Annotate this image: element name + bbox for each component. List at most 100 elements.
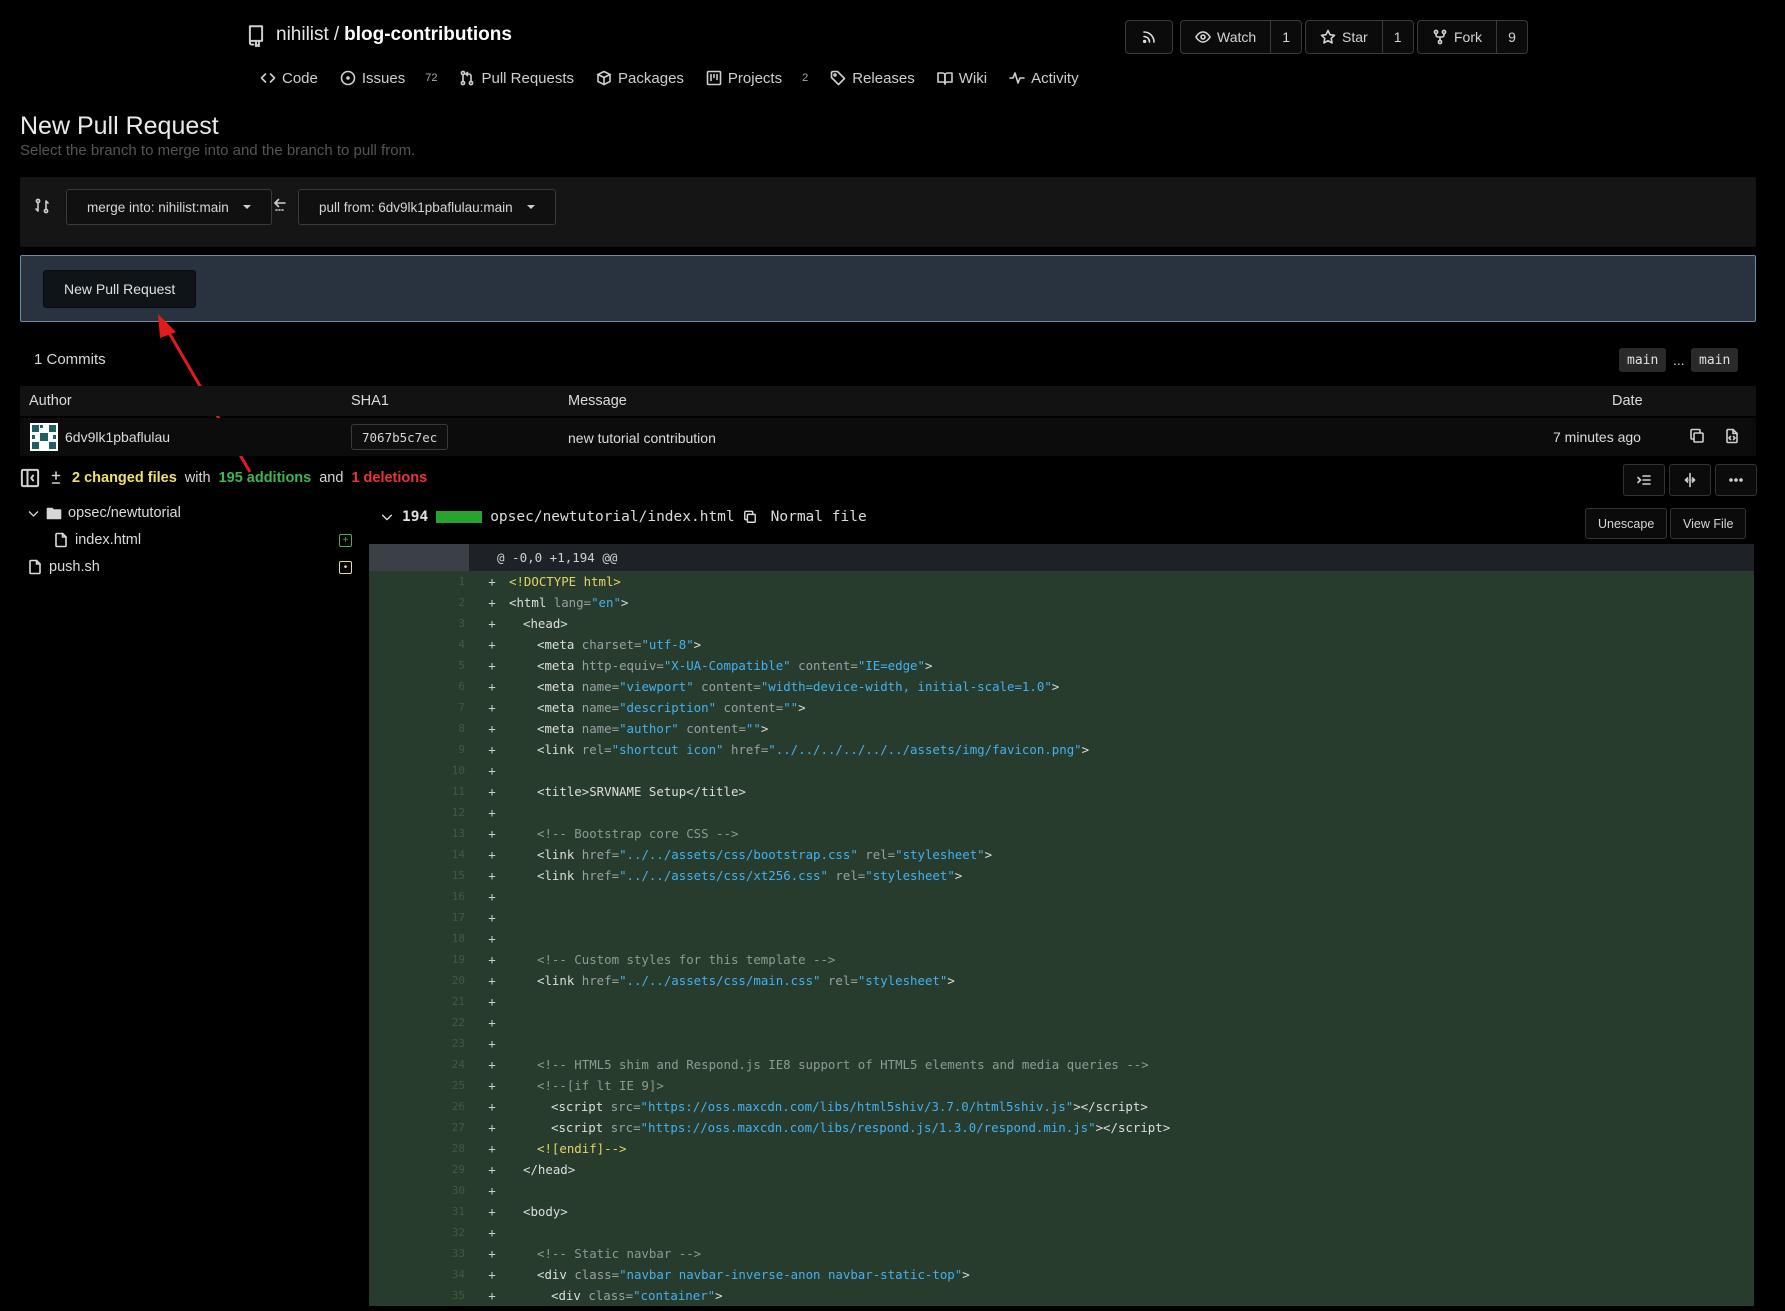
tab-issues[interactable]: Issues 72 xyxy=(340,68,437,88)
package-icon xyxy=(597,70,611,86)
line-number[interactable]: 34 xyxy=(369,1268,465,1281)
changed-files-count[interactable]: 2 changed files xyxy=(72,470,177,486)
compare-icon[interactable] xyxy=(34,198,50,214)
line-number[interactable]: 10 xyxy=(369,764,465,777)
line-number[interactable]: 1 xyxy=(369,575,465,588)
merge-into-dropdown[interactable]: merge into: nihilist:main xyxy=(66,189,272,225)
addition-marker: + xyxy=(488,847,496,862)
tab-releases[interactable]: Releases xyxy=(830,68,915,88)
chevron-down-icon xyxy=(28,510,39,517)
diff-line: 31 + <body> xyxy=(369,1201,1754,1222)
head-ref-badge: main xyxy=(1691,348,1739,372)
addition-marker: + xyxy=(488,889,496,904)
line-number[interactable]: 19 xyxy=(369,953,465,966)
diff-line: 15 + <link href="../../assets/css/xt256.cs… xyxy=(369,865,1754,886)
hunk-gutter[interactable] xyxy=(369,544,469,571)
line-number[interactable]: 9 xyxy=(369,743,465,756)
line-number[interactable]: 29 xyxy=(369,1163,465,1176)
line-number[interactable]: 17 xyxy=(369,911,465,924)
line-source: <!-- HTML5 shim and Respond.js IE8 suppo… xyxy=(537,1057,1149,1072)
tree-file-index-html[interactable]: index.html xyxy=(53,532,141,548)
star-button[interactable]: Star xyxy=(1306,21,1382,53)
line-number[interactable]: 22 xyxy=(369,1016,465,1029)
fork-button[interactable]: Fork xyxy=(1418,21,1496,53)
commit-sha-link[interactable]: 7067b5c7ec xyxy=(351,424,449,450)
unescape-button[interactable]: Unescape xyxy=(1585,508,1668,539)
copy-icon[interactable] xyxy=(743,510,757,524)
line-number[interactable]: 14 xyxy=(369,848,465,861)
line-number[interactable]: 11 xyxy=(369,785,465,798)
tab-activity[interactable]: Activity xyxy=(1009,68,1079,88)
ref-dots: ... xyxy=(1673,352,1685,368)
copy-icon[interactable] xyxy=(1689,428,1705,444)
split-view-button[interactable] xyxy=(1669,464,1711,496)
repo-owner-link[interactable]: nihilist xyxy=(276,24,329,46)
avatar[interactable] xyxy=(30,423,58,451)
rss-button[interactable] xyxy=(1125,20,1173,54)
commits-table-header: Author SHA1 Message Date xyxy=(20,386,1756,416)
line-number[interactable]: 21 xyxy=(369,995,465,1008)
line-number[interactable]: 7 xyxy=(369,701,465,714)
pulse-icon xyxy=(1009,72,1025,84)
line-number[interactable]: 28 xyxy=(369,1142,465,1155)
line-number[interactable]: 18 xyxy=(369,932,465,945)
view-file-button[interactable]: View File xyxy=(1670,508,1747,539)
diff-line: 14 + <link href="../../assets/css/bootstra… xyxy=(369,844,1754,865)
line-number[interactable]: 6 xyxy=(369,680,465,693)
line-number[interactable]: 25 xyxy=(369,1079,465,1092)
new-pull-request-button[interactable]: New Pull Request xyxy=(43,270,197,308)
tab-projects[interactable]: Projects 2 xyxy=(706,68,808,88)
line-number[interactable]: 16 xyxy=(369,890,465,903)
fork-count[interactable]: 9 xyxy=(1496,21,1527,53)
pull-from-label: pull from: 6dv9lk1pbaflulau:main xyxy=(319,199,513,215)
line-number[interactable]: 23 xyxy=(369,1037,465,1050)
page-subtitle: Select the branch to merge into and the … xyxy=(20,142,416,159)
split-icon xyxy=(1684,472,1696,488)
commit-message[interactable]: new tutorial contribution xyxy=(568,430,716,446)
line-number[interactable]: 5 xyxy=(369,659,465,672)
line-number[interactable]: 2 xyxy=(369,596,465,609)
pull-from-dropdown[interactable]: pull from: 6dv9lk1pbaflulau:main xyxy=(298,189,556,225)
whitespace-button[interactable] xyxy=(1623,464,1665,496)
line-number[interactable]: 20 xyxy=(369,974,465,987)
line-number[interactable]: 26 xyxy=(369,1100,465,1113)
commit-author-link[interactable]: 6dv9lk1pbaflulau xyxy=(65,429,170,445)
tab-label: Activity xyxy=(1031,69,1079,87)
line-number[interactable]: 30 xyxy=(369,1184,465,1197)
line-source: <link href="../../assets/css/bootstrap.c… xyxy=(537,847,993,862)
repo-title: nihilist / blog-contributions xyxy=(276,24,512,46)
line-number[interactable]: 12 xyxy=(369,806,465,819)
file-type-label: Normal file xyxy=(770,509,867,525)
line-number[interactable]: 3 xyxy=(369,617,465,630)
tab-packages[interactable]: Packages xyxy=(596,68,684,88)
more-options-button[interactable] xyxy=(1715,464,1757,496)
tree-folder-opsec-newtutorial[interactable]: opsec/newtutorial xyxy=(27,505,181,521)
line-number[interactable]: 13 xyxy=(369,827,465,840)
line-number[interactable]: 24 xyxy=(369,1058,465,1071)
line-number[interactable]: 15 xyxy=(369,869,465,882)
line-number[interactable]: 33 xyxy=(369,1247,465,1260)
line-number[interactable]: 27 xyxy=(369,1121,465,1134)
repo-name-link[interactable]: blog-contributions xyxy=(344,24,512,46)
addition-marker: + xyxy=(488,1057,496,1072)
line-number[interactable]: 31 xyxy=(369,1205,465,1218)
tree-file-push-sh[interactable]: push.sh xyxy=(27,559,100,575)
diff-stats: 2 changed files with 195 additions and 1… xyxy=(20,468,427,488)
line-number[interactable]: 32 xyxy=(369,1226,465,1239)
browse-code-icon[interactable] xyxy=(1724,428,1740,444)
toggle-file-tree-icon[interactable] xyxy=(20,468,40,488)
line-number[interactable]: 8 xyxy=(369,722,465,735)
tab-pull-requests[interactable]: Pull Requests xyxy=(459,68,574,88)
tab-code[interactable]: Code xyxy=(260,68,318,88)
arrow-left-icon xyxy=(272,197,288,213)
watch-count[interactable]: 1 xyxy=(1270,21,1301,53)
watch-button[interactable]: Watch xyxy=(1181,21,1270,53)
star-count[interactable]: 1 xyxy=(1381,21,1413,53)
line-number[interactable]: 35 xyxy=(369,1289,465,1302)
addition-marker: + xyxy=(488,1183,496,1198)
line-number[interactable]: 4 xyxy=(369,638,465,651)
tab-wiki[interactable]: Wiki xyxy=(936,68,987,88)
chevron-down-icon[interactable] xyxy=(380,510,394,524)
addition-marker: + xyxy=(488,910,496,925)
tab-label: Issues xyxy=(361,69,406,87)
